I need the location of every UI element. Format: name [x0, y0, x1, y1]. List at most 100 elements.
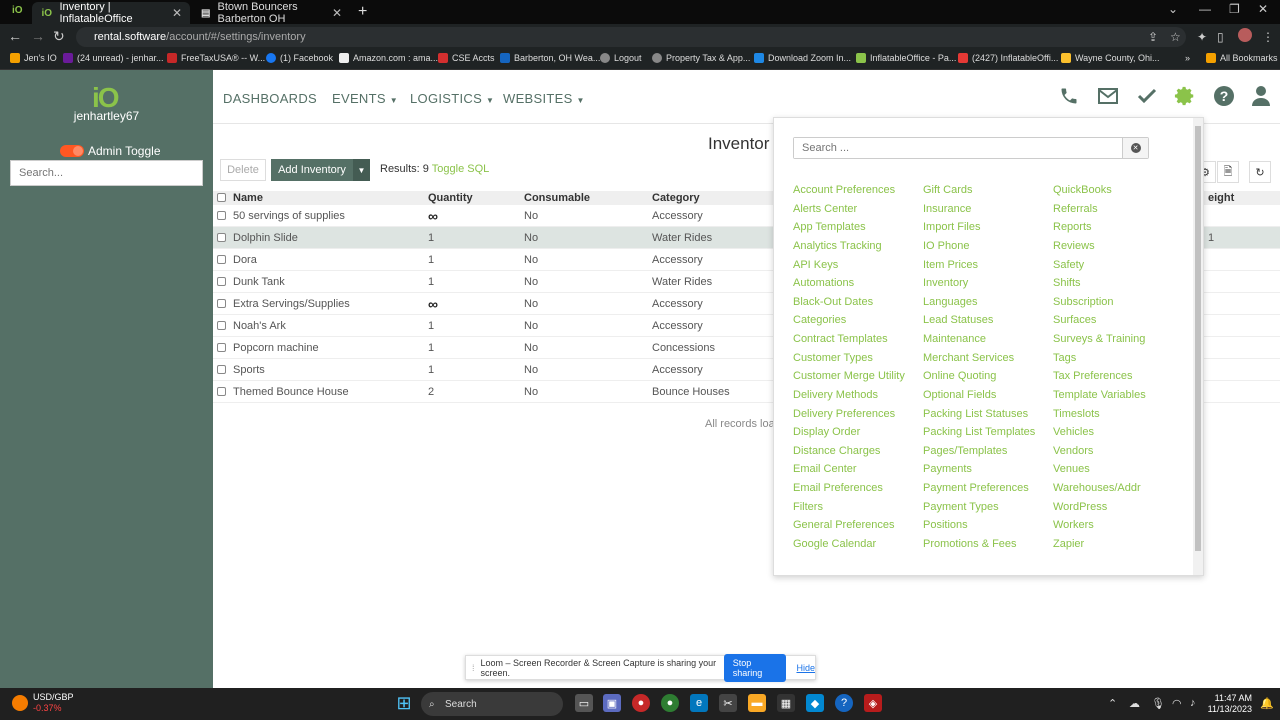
back-icon[interactable]: ← [8, 28, 22, 44]
toggle-switch[interactable] [60, 145, 84, 157]
settings-link[interactable]: IO Phone [923, 237, 1035, 256]
settings-link[interactable]: API Keys [793, 256, 905, 275]
item-name[interactable]: Noah's Ark [233, 315, 286, 337]
tab-search-icon[interactable]: ⌄ [1168, 2, 1178, 16]
settings-link[interactable]: Delivery Preferences [793, 405, 905, 424]
settings-link[interactable]: Surfaces [1053, 311, 1146, 330]
item-name[interactable]: Dora [233, 249, 257, 271]
app-icon[interactable]: ◆ [806, 694, 824, 712]
settings-link[interactable]: Email Center [793, 460, 905, 479]
item-name[interactable]: Extra Servings/Supplies [233, 293, 350, 315]
settings-link[interactable]: Payment Types [923, 498, 1035, 517]
security-shield-icon[interactable]: ◈ [864, 694, 882, 712]
settings-link[interactable]: Account Preferences [793, 181, 905, 200]
settings-link[interactable]: Subscription [1053, 293, 1146, 312]
tray-expand-icon[interactable]: ⌃ [1108, 697, 1117, 710]
settings-link[interactable]: Reports [1053, 218, 1146, 237]
column-header-quantity[interactable]: Quantity [428, 191, 473, 205]
bookmark[interactable]: Logout [600, 53, 642, 63]
taskbar-search[interactable]: ⌕ Search [421, 692, 563, 716]
chrome-icon[interactable]: ● [632, 694, 650, 712]
settings-link[interactable]: Insurance [923, 200, 1035, 219]
star-icon[interactable]: ☆ [1170, 30, 1181, 44]
settings-link[interactable]: Import Files [923, 218, 1035, 237]
close-icon[interactable]: ✕ [172, 6, 182, 20]
column-header-weight[interactable]: eight [1208, 191, 1234, 205]
row-checkbox[interactable] [217, 365, 226, 374]
settings-link[interactable]: Item Prices [923, 256, 1035, 275]
extensions-icon[interactable]: ✦ [1197, 30, 1207, 44]
settings-link[interactable]: Shifts [1053, 274, 1146, 293]
tab-inventory[interactable]: iO Inventory | InflatableOffice ✕ [32, 1, 190, 25]
snipping-tool-icon[interactable]: ✂ [719, 694, 737, 712]
gear-icon[interactable] [1173, 84, 1197, 108]
settings-link[interactable]: Maintenance [923, 330, 1035, 349]
settings-link[interactable]: Analytics Tracking [793, 237, 905, 256]
settings-link[interactable]: Packing List Templates [923, 423, 1035, 442]
settings-link[interactable]: Promotions & Fees [923, 535, 1035, 554]
settings-link[interactable]: Email Preferences [793, 479, 905, 498]
forward-icon[interactable]: → [31, 28, 45, 44]
item-name[interactable]: Popcorn machine [233, 337, 319, 359]
settings-link[interactable]: Tags [1053, 349, 1146, 368]
check-icon[interactable] [1135, 84, 1159, 108]
cloud-icon[interactable]: ☁ [1129, 697, 1140, 710]
sidebar-search-input[interactable] [10, 160, 203, 186]
item-name[interactable]: Sports [233, 359, 265, 381]
settings-link[interactable]: Warehouses/Addr [1053, 479, 1146, 498]
settings-link[interactable]: Optional Fields [923, 386, 1035, 405]
settings-link[interactable]: Vehicles [1053, 423, 1146, 442]
nav-events[interactable]: EVENTS ▼ [332, 91, 398, 106]
bookmark[interactable]: (24 unread) - jenhar... [63, 53, 164, 63]
profile-avatar[interactable] [1238, 28, 1252, 42]
bookmark[interactable]: Property Tax & App... [652, 53, 750, 63]
minimize-icon[interactable]: — [1199, 2, 1211, 16]
settings-link[interactable]: Languages [923, 293, 1035, 312]
settings-link[interactable]: Online Quoting [923, 367, 1035, 386]
settings-link[interactable]: Reviews [1053, 237, 1146, 256]
settings-link[interactable]: Google Calendar [793, 535, 905, 554]
settings-link[interactable]: Positions [923, 516, 1035, 535]
settings-link[interactable]: Safety [1053, 256, 1146, 275]
item-name[interactable]: Dolphin Slide [233, 227, 298, 249]
settings-link[interactable]: Distance Charges [793, 442, 905, 461]
settings-link[interactable]: Tax Preferences [1053, 367, 1146, 386]
settings-link[interactable]: Zapier [1053, 535, 1146, 554]
new-tab-icon[interactable]: + [358, 3, 367, 21]
bookmark[interactable]: Jen's IO [10, 53, 57, 63]
settings-link[interactable]: Venues [1053, 460, 1146, 479]
settings-link[interactable]: Vendors [1053, 442, 1146, 461]
url-field[interactable]: rental.software/account/#/settings/inven… [76, 27, 1186, 47]
share-icon[interactable]: ⇪ [1148, 30, 1158, 44]
row-checkbox[interactable] [217, 299, 226, 308]
bookmark[interactable]: InflatableOffice - Pa... [856, 53, 956, 63]
settings-link[interactable]: Payments [923, 460, 1035, 479]
settings-link[interactable]: Packing List Statuses [923, 405, 1035, 424]
settings-link[interactable]: Gift Cards [923, 181, 1035, 200]
chrome-profile-icon[interactable]: ● [661, 694, 679, 712]
help-icon[interactable]: ? [1212, 84, 1236, 108]
item-name[interactable]: Themed Bounce House [233, 381, 349, 403]
settings-link[interactable]: Black-Out Dates [793, 293, 905, 312]
close-icon[interactable]: ✕ [332, 6, 342, 20]
wifi-icon[interactable]: ◠ [1172, 697, 1182, 710]
bookmark[interactable]: Wayne County, Ohi... [1061, 53, 1160, 63]
settings-link[interactable]: Contract Templates [793, 330, 905, 349]
notifications-icon[interactable]: 🔔 [1260, 697, 1274, 710]
settings-link[interactable]: Payment Preferences [923, 479, 1035, 498]
bookmark[interactable]: Barberton, OH Wea... [500, 53, 600, 63]
column-header-category[interactable]: Category [652, 191, 700, 205]
settings-link[interactable]: WordPress [1053, 498, 1146, 517]
settings-link[interactable]: Inventory [923, 274, 1035, 293]
delete-button[interactable]: Delete [220, 159, 266, 181]
settings-search-input[interactable] [794, 138, 1122, 158]
nav-websites[interactable]: WEBSITES ▼ [503, 91, 585, 106]
mail-icon[interactable] [1096, 84, 1120, 108]
column-header-consumable[interactable]: Consumable [524, 191, 590, 205]
settings-link[interactable]: Display Order [793, 423, 905, 442]
column-header-name[interactable]: Name [233, 191, 263, 205]
nav-dashboards[interactable]: DASHBOARDS [223, 91, 317, 106]
settings-link[interactable]: Pages/Templates [923, 442, 1035, 461]
refresh-icon[interactable]: ↻ [1249, 161, 1271, 183]
settings-link[interactable]: General Preferences [793, 516, 905, 535]
